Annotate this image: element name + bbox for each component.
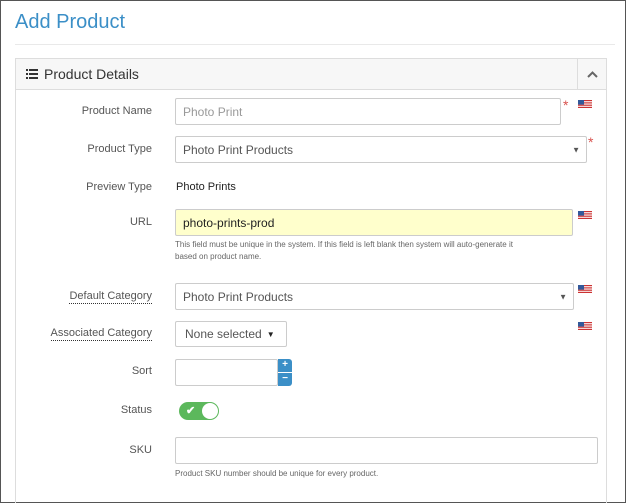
product-type-select[interactable]: Photo Print Products ▼	[175, 136, 587, 163]
default-category-label-wrap: Default Category	[16, 290, 152, 304]
panel-header: Product Details	[16, 59, 606, 90]
sku-input[interactable]	[175, 437, 598, 464]
toggle-knob	[202, 403, 218, 419]
status-label: Status	[120, 404, 152, 416]
sku-help-text: Product SKU number should be unique for …	[175, 469, 379, 478]
increment-button[interactable]: +	[278, 359, 292, 372]
associated-category-value: None selected	[185, 327, 262, 341]
sort-stepper: + −	[278, 359, 292, 386]
required-marker: *	[588, 134, 594, 150]
product-name-label: Product Name	[81, 105, 152, 117]
caret-down-icon: ▼	[559, 292, 567, 301]
list-icon	[26, 69, 38, 79]
default-category-label: Default Category	[69, 290, 152, 304]
panel-title: Product Details	[44, 66, 139, 82]
collapse-button[interactable]	[577, 59, 606, 90]
product-details-panel: Product Details Product Name Photo Print…	[15, 58, 607, 503]
url-help-line: based on product name.	[175, 252, 262, 261]
default-category-value: Photo Print Products	[183, 289, 294, 304]
required-marker: *	[563, 97, 569, 113]
preview-type-value: Photo Prints	[176, 181, 236, 193]
product-name-input[interactable]: Photo Print	[175, 98, 561, 125]
associated-category-dropdown[interactable]: None selected ▼	[175, 321, 287, 347]
url-help-text: This field must be unique in the system.…	[175, 239, 565, 263]
sort-input[interactable]	[175, 359, 278, 386]
page-title: Add Product	[15, 11, 126, 33]
decrement-button[interactable]: −	[278, 372, 292, 386]
us-flag-icon[interactable]	[578, 100, 592, 108]
product-type-value: Photo Print Products	[183, 142, 294, 157]
check-icon: ✔	[186, 405, 196, 417]
us-flag-icon[interactable]	[578, 322, 592, 330]
associated-category-label-wrap: Associated Category	[16, 327, 152, 341]
url-help-line: This field must be unique in the system.…	[175, 240, 513, 249]
caret-down-icon: ▼	[572, 145, 580, 154]
associated-category-label: Associated Category	[50, 327, 152, 341]
title-divider	[15, 44, 615, 45]
status-toggle[interactable]: ✔	[179, 402, 219, 420]
url-input[interactable]: photo-prints-prod	[175, 209, 573, 236]
us-flag-icon[interactable]	[578, 285, 592, 293]
us-flag-icon[interactable]	[578, 211, 592, 219]
product-type-label: Product Type	[87, 143, 152, 155]
caret-down-icon: ▼	[266, 329, 275, 339]
url-label: URL	[129, 216, 152, 228]
default-category-select[interactable]: Photo Print Products ▼	[175, 283, 574, 310]
chevron-up-icon	[586, 71, 598, 78]
preview-type-label: Preview Type	[86, 181, 152, 193]
sort-label: Sort	[131, 365, 152, 377]
sku-label: SKU	[129, 444, 152, 456]
